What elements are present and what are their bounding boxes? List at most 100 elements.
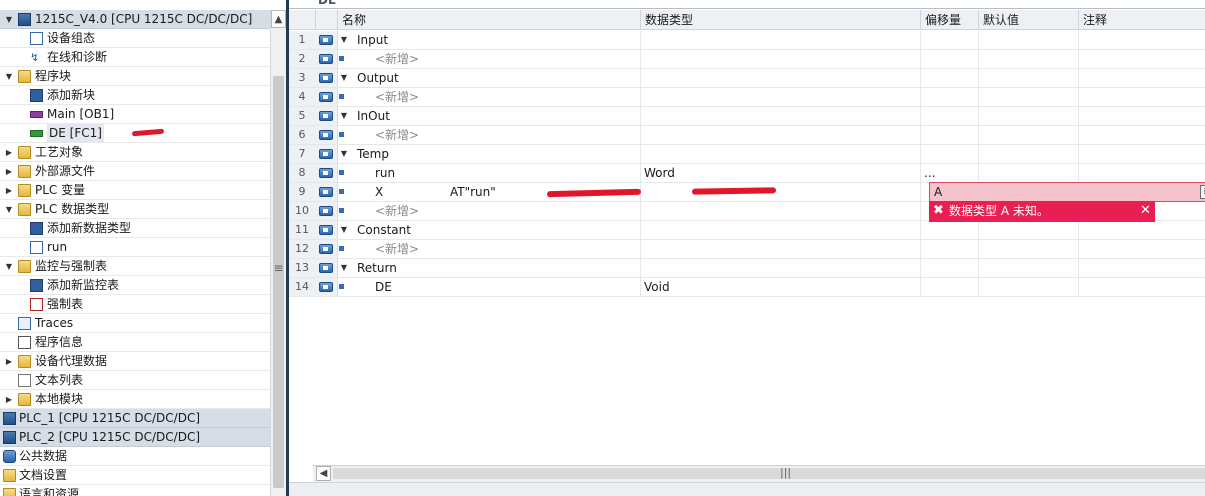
row-number[interactable]: 9 <box>289 183 316 201</box>
datatype-browse-icon[interactable]: ≣ <box>1200 185 1205 199</box>
tree-item[interactable]: 添加新数据类型 <box>0 219 270 238</box>
row-number[interactable]: 13 <box>289 259 316 277</box>
column-header-default[interactable]: 默认值 <box>978 10 1078 30</box>
row-number[interactable]: 5 <box>289 107 316 125</box>
expand-arrow-icon[interactable]: ▶ <box>4 181 14 200</box>
element-name[interactable]: DE <box>375 278 392 296</box>
row-number[interactable]: 14 <box>289 278 316 296</box>
column-header-offset[interactable]: 偏移量 <box>920 10 978 30</box>
tree-item[interactable]: Traces <box>0 314 270 333</box>
section-name[interactable]: Output <box>357 69 399 87</box>
interface-row[interactable]: 5 ▼ InOut <box>289 107 1205 126</box>
section-name[interactable]: Return <box>357 259 397 277</box>
add-new-element[interactable]: <新增> <box>375 50 419 68</box>
collapse-arrow-icon[interactable]: ▼ <box>339 259 349 277</box>
tree-item[interactable]: PLC_1 [CPU 1215C DC/DC/DC] <box>0 409 270 428</box>
collapse-arrow-icon[interactable]: ▼ <box>4 67 14 86</box>
element-at-overlay: AT"run" <box>450 185 496 199</box>
tree-item[interactable]: run <box>0 238 270 257</box>
collapse-arrow-icon[interactable]: ▼ <box>4 200 14 219</box>
tree-item-label: run <box>47 240 68 254</box>
element-datatype[interactable]: Word <box>644 164 675 182</box>
interface-section-icon <box>319 168 333 178</box>
row-number[interactable]: 2 <box>289 50 316 68</box>
tree-item[interactable]: ▶ 本地模块 <box>0 390 270 409</box>
row-number[interactable]: 3 <box>289 69 316 87</box>
column-header-datatype[interactable]: 数据类型 <box>640 10 920 30</box>
tree-item[interactable]: 添加新监控表 <box>0 276 270 295</box>
interface-row[interactable]: 6 <新增> <box>289 126 1205 145</box>
tree-item[interactable]: ▼ 1215C_V4.0 [CPU 1215C DC/DC/DC] <box>0 10 270 29</box>
interface-row[interactable]: 3 ▼ Output <box>289 69 1205 88</box>
expand-arrow-icon[interactable]: ▶ <box>4 162 14 181</box>
tree-item[interactable]: 强制表 <box>0 295 270 314</box>
column-header-name[interactable]: 名称 <box>337 10 640 30</box>
tree-item[interactable]: ↯ 在线和诊断 <box>0 48 270 67</box>
interface-row[interactable]: 11 ▼ Constant <box>289 221 1205 240</box>
tree-item[interactable]: ▼ 监控与强制表 <box>0 257 270 276</box>
element-name[interactable]: run <box>375 164 395 182</box>
tree-item[interactable]: 程序信息 <box>0 333 270 352</box>
tree-item[interactable]: 设备组态 <box>0 29 270 48</box>
tree-item[interactable]: PLC_2 [CPU 1215C DC/DC/DC] <box>0 428 270 447</box>
row-number[interactable]: 1 <box>289 31 316 49</box>
column-divider <box>920 107 921 125</box>
row-number[interactable]: 6 <box>289 126 316 144</box>
column-header-comment[interactable]: 注释 <box>1078 10 1205 30</box>
row-number[interactable]: 7 <box>289 145 316 163</box>
interface-row[interactable]: 2 <新增> <box>289 50 1205 69</box>
row-number[interactable]: 8 <box>289 164 316 182</box>
tree-item[interactable]: ▶ PLC 变量 <box>0 181 270 200</box>
interface-row[interactable]: 12 <新增> <box>289 240 1205 259</box>
add-new-element[interactable]: <新增> <box>375 202 419 220</box>
add-new-element[interactable]: <新增> <box>375 126 419 144</box>
tree-item[interactable]: ▼ 程序块 <box>0 67 270 86</box>
tree-item[interactable]: 文档设置 <box>0 466 270 485</box>
interface-row[interactable]: 8 run Word... <box>289 164 1205 183</box>
element-name[interactable]: X <box>375 183 383 201</box>
section-name[interactable]: Temp <box>357 145 389 163</box>
add-new-element[interactable]: <新增> <box>375 240 419 258</box>
row-number[interactable]: 11 <box>289 221 316 239</box>
tree-item[interactable]: 文本列表 <box>0 371 270 390</box>
section-name[interactable]: Input <box>357 31 388 49</box>
tree-scroll-thumb[interactable] <box>273 76 284 488</box>
collapse-arrow-icon[interactable]: ▼ <box>339 69 349 87</box>
error-close-icon[interactable]: ✕ <box>1140 201 1151 221</box>
tree-item[interactable]: ▼ PLC 数据类型 <box>0 200 270 219</box>
tree-item[interactable]: ▶ 外部源文件 <box>0 162 270 181</box>
tree-item[interactable]: 语言和资源 <box>0 485 270 496</box>
collapse-arrow-icon[interactable]: ▼ <box>339 31 349 49</box>
interface-row[interactable]: 7 ▼ Temp <box>289 145 1205 164</box>
expand-arrow-icon[interactable]: ▶ <box>4 352 14 371</box>
row-number[interactable]: 12 <box>289 240 316 258</box>
collapse-arrow-icon[interactable]: ▼ <box>4 257 14 276</box>
collapse-arrow-icon[interactable]: ▼ <box>339 221 349 239</box>
interface-row[interactable]: 13 ▼ Return <box>289 259 1205 278</box>
row-number[interactable]: 4 <box>289 88 316 106</box>
horizontal-scroll-thumb[interactable] <box>333 468 1205 479</box>
interface-row[interactable]: 4 <新增> <box>289 88 1205 107</box>
interface-row[interactable]: 1 ▼ Input <box>289 31 1205 50</box>
section-name[interactable]: Constant <box>357 221 411 239</box>
tree-item[interactable]: Main [OB1] <box>0 105 270 124</box>
element-datatype[interactable]: Void <box>644 278 670 296</box>
tree-item[interactable]: ▶ 设备代理数据 <box>0 352 270 371</box>
tree-item[interactable]: 公共数据 <box>0 447 270 466</box>
scroll-left-button[interactable]: ◀ <box>316 466 331 481</box>
expand-arrow-icon[interactable]: ▶ <box>4 390 14 409</box>
row-number[interactable]: 10 <box>289 202 316 220</box>
tree-item[interactable]: ▶ 工艺对象 <box>0 143 270 162</box>
collapse-arrow-icon[interactable]: ▼ <box>339 107 349 125</box>
offset-ellipsis[interactable]: ... <box>924 164 935 182</box>
interface-row[interactable]: 14 DE Void <box>289 278 1205 297</box>
add-new-element[interactable]: <新增> <box>375 88 419 106</box>
expand-arrow-icon[interactable]: ▶ <box>4 143 14 162</box>
datatype-error-cell[interactable]: A <box>929 182 1205 202</box>
section-name[interactable]: InOut <box>357 107 390 125</box>
collapse-arrow-icon[interactable]: ▼ <box>339 145 349 163</box>
collapse-arrow-icon[interactable]: ▼ <box>4 10 14 29</box>
tree-item[interactable]: 添加新块 <box>0 86 270 105</box>
tree-scroll-up-button[interactable]: ▲ <box>271 10 286 28</box>
block-title: DE <box>318 0 337 7</box>
